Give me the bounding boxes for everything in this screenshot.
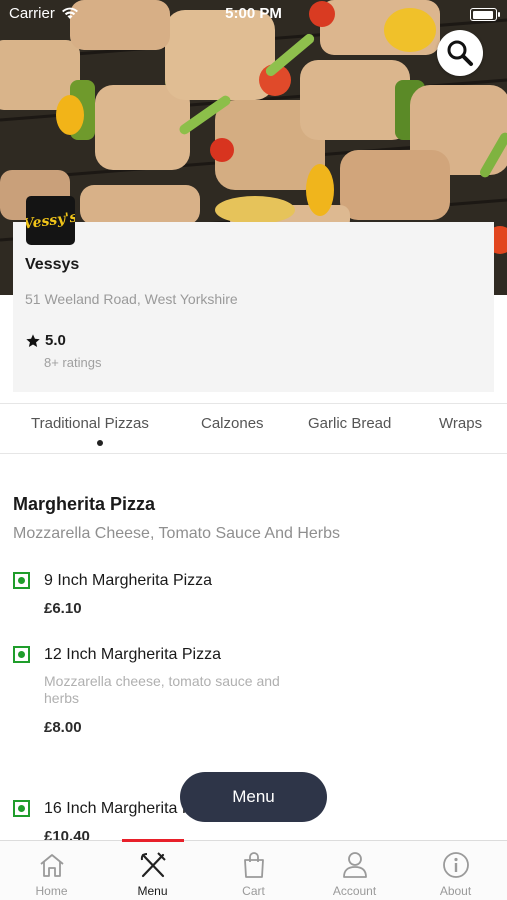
restaurant-name: Vessys bbox=[25, 256, 80, 273]
item-name: 12 Inch Margherita Pizza bbox=[44, 646, 221, 663]
restaurant-address: 51 Weeland Road, West Yorkshire bbox=[25, 291, 238, 307]
active-nav-indicator bbox=[122, 839, 184, 842]
menu-button[interactable]: Menu bbox=[180, 772, 327, 822]
search-button[interactable] bbox=[437, 30, 483, 76]
logo-text: Vessy's bbox=[26, 208, 75, 233]
home-icon bbox=[39, 854, 64, 877]
battery-icon bbox=[470, 8, 500, 21]
item-price: £8.00 bbox=[44, 719, 82, 736]
nav-home[interactable]: Home bbox=[1, 841, 102, 900]
shopping-bag-icon bbox=[243, 852, 264, 878]
item-price: £6.10 bbox=[44, 600, 82, 617]
tab-garlic-bread[interactable]: Garlic Bread bbox=[308, 415, 391, 432]
nav-label: About bbox=[439, 884, 472, 898]
status-time: 5:00 PM bbox=[225, 5, 282, 22]
category-description: Mozzarella Cheese, Tomato Sauce And Herb… bbox=[13, 525, 340, 542]
nav-label: Cart bbox=[242, 884, 265, 898]
user-icon bbox=[342, 852, 367, 878]
ratings-count: 8+ ratings bbox=[44, 355, 102, 370]
nav-account[interactable]: Account bbox=[304, 841, 405, 900]
category-title: Margherita Pizza bbox=[13, 494, 156, 514]
fork-knife-icon bbox=[140, 852, 166, 878]
item-name: 9 Inch Margherita Pizza bbox=[44, 572, 213, 589]
nav-label: Account bbox=[332, 884, 377, 898]
rating-value: 5.0 bbox=[45, 332, 66, 349]
category-tabs: Traditional Pizzas Calzones Garlic Bread… bbox=[0, 403, 507, 454]
search-icon bbox=[447, 40, 473, 66]
tab-wraps[interactable]: Wraps bbox=[439, 415, 482, 432]
restaurant-logo: Vessy's bbox=[26, 196, 75, 245]
veg-icon bbox=[13, 646, 30, 663]
info-icon bbox=[442, 852, 469, 878]
rating: 5.0 bbox=[25, 332, 66, 349]
tab-calzones[interactable]: Calzones bbox=[201, 415, 264, 432]
nav-cart[interactable]: Cart bbox=[203, 841, 304, 900]
nav-label: Home bbox=[35, 884, 68, 898]
tab-traditional-pizzas[interactable]: Traditional Pizzas bbox=[31, 415, 149, 432]
nav-about[interactable]: About bbox=[405, 841, 506, 900]
status-bar: Carrier 5:00 PM bbox=[0, 0, 507, 28]
bottom-nav: Home Menu Cart Account About bbox=[0, 840, 507, 900]
star-icon bbox=[26, 333, 40, 347]
veg-icon bbox=[13, 800, 30, 817]
active-tab-indicator bbox=[97, 440, 103, 446]
nav-label: Menu bbox=[137, 884, 168, 898]
nav-menu[interactable]: Menu bbox=[102, 841, 203, 900]
item-description: Mozzarella cheese, tomato sauce and herb… bbox=[44, 673, 280, 706]
veg-icon bbox=[13, 572, 30, 589]
